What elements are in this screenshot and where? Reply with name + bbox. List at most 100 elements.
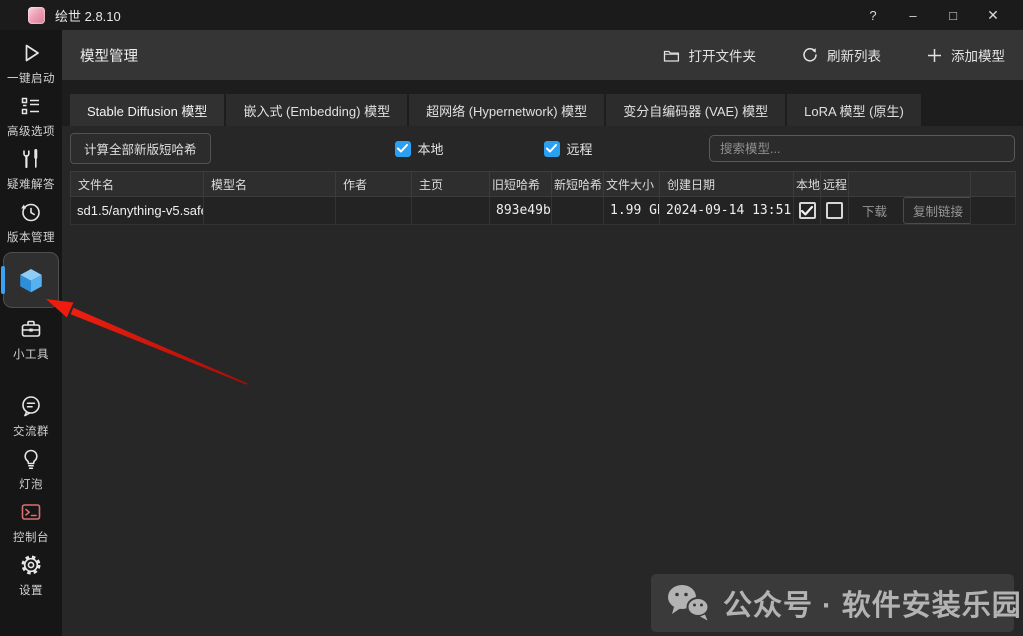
col-created[interactable]: 创建日期 xyxy=(660,172,794,197)
tab-vae[interactable]: 变分自编码器 (VAE) 模型 xyxy=(606,94,785,126)
model-type-tabs: Stable Diffusion 模型 嵌入式 (Embedding) 模型 超… xyxy=(62,80,1023,126)
table-header-row: 文件名 模型名 作者 主页 旧短哈希 新短哈希 文件大小 创建日期 本地 远程 xyxy=(71,172,1016,197)
watermark-text: 公众号 · 软件安装乐园 xyxy=(723,582,1022,624)
download-button[interactable]: 下载 xyxy=(853,198,896,223)
local-checkbox[interactable] xyxy=(395,141,411,157)
col-empty xyxy=(971,172,1016,197)
copy-link-button[interactable]: 复制链接 xyxy=(903,197,970,224)
tab-stable-diffusion[interactable]: Stable Diffusion 模型 xyxy=(70,94,224,126)
col-homepage[interactable]: 主页 xyxy=(412,172,490,197)
sidebar-item-label: 疑难解答 xyxy=(7,176,55,192)
sidebar-item-label: 版本管理 xyxy=(7,229,55,245)
wechat-icon xyxy=(665,582,711,624)
toolbox-icon xyxy=(18,316,44,342)
tab-embedding[interactable]: 嵌入式 (Embedding) 模型 xyxy=(226,94,407,126)
sidebar-item-label: 控制台 xyxy=(13,529,49,545)
sidebar-item-tools[interactable]: 小工具 xyxy=(0,316,62,362)
cell-filename: sd1.5/anything-v5.safet xyxy=(71,197,204,225)
app-title: 绘世 2.8.10 xyxy=(55,6,121,25)
row-remote-checkbox[interactable] xyxy=(826,202,843,219)
play-icon xyxy=(18,40,44,66)
header-actions: 打开文件夹 刷新列表 xyxy=(617,45,1006,65)
sidebar-item-chat-group[interactable]: 交流群 xyxy=(0,393,62,439)
folder-icon xyxy=(663,48,680,63)
add-model-label: 添加模型 xyxy=(951,45,1005,65)
console-icon xyxy=(18,499,44,525)
col-new-hash[interactable]: 新短哈希 xyxy=(552,172,604,197)
col-model-name[interactable]: 模型名 xyxy=(204,172,336,197)
advanced-options-icon xyxy=(18,93,44,119)
version-manage-icon xyxy=(18,199,44,225)
cell-local xyxy=(794,197,821,225)
main-panel: 模型管理 打开文件夹 xyxy=(62,30,1023,636)
remote-checkbox[interactable] xyxy=(544,141,560,157)
filter-controls: 计算全部新版短哈希 本地 远程 xyxy=(70,134,1015,163)
col-actions xyxy=(849,172,971,197)
model-cube-icon xyxy=(16,265,46,295)
cell-created: 2024-09-14 13:51:06 xyxy=(660,197,794,225)
remote-filter[interactable]: 远程 xyxy=(544,139,593,158)
sidebar-item-troubleshoot[interactable]: 疑难解答 xyxy=(0,146,62,192)
maximize-button[interactable]: □ xyxy=(933,0,973,30)
tab-hypernetwork[interactable]: 超网络 (Hypernetwork) 模型 xyxy=(409,94,604,126)
sidebar-item-label: 设置 xyxy=(19,582,43,598)
cell-old-hash: 893e49b9 xyxy=(490,197,552,225)
sidebar-item-bulb[interactable]: 灯泡 xyxy=(0,446,62,492)
minimize-button[interactable]: – xyxy=(893,0,933,30)
col-local[interactable]: 本地 xyxy=(794,172,821,197)
open-folder-button[interactable]: 打开文件夹 xyxy=(663,45,757,65)
sidebar-item-console[interactable]: 控制台 xyxy=(0,499,62,545)
sidebar-item-label: 一键启动 xyxy=(7,70,55,86)
settings-icon xyxy=(18,552,44,578)
sidebar-item-launch[interactable]: 一键启动 xyxy=(0,40,62,86)
sidebar-item-label: 小工具 xyxy=(13,346,49,362)
col-file-size[interactable]: 文件大小 xyxy=(604,172,660,197)
remote-filter-label: 远程 xyxy=(567,139,593,158)
cell-new-hash xyxy=(552,197,604,225)
active-indicator xyxy=(1,266,5,294)
sidebar-item-advanced-options[interactable]: 高级选项 xyxy=(0,93,62,139)
sidebar-item-settings[interactable]: 设置 xyxy=(0,552,62,598)
sidebar-item-model-manage[interactable] xyxy=(3,252,59,308)
cell-model-name xyxy=(204,197,336,225)
refresh-icon xyxy=(802,47,818,63)
cell-homepage xyxy=(412,197,490,225)
titlebar: 绘世 2.8.10 ? – □ ✕ xyxy=(0,0,1023,30)
refresh-list-label: 刷新列表 xyxy=(827,45,881,65)
cell-remote xyxy=(821,197,849,225)
cell-actions: 下载 复制链接 xyxy=(849,197,971,225)
col-filename[interactable]: 文件名 xyxy=(71,172,204,197)
content-area: 计算全部新版短哈希 本地 远程 xyxy=(62,134,1023,225)
search-input[interactable] xyxy=(709,135,1015,162)
col-author[interactable]: 作者 xyxy=(336,172,412,197)
plus-icon xyxy=(927,48,942,63)
local-filter[interactable]: 本地 xyxy=(395,139,444,158)
watermark-banner: 公众号 · 软件安装乐园 xyxy=(651,574,1014,632)
local-filter-label: 本地 xyxy=(418,139,444,158)
col-old-hash[interactable]: 旧短哈希 xyxy=(490,172,552,197)
chat-group-icon xyxy=(18,393,44,419)
add-model-button[interactable]: 添加模型 xyxy=(927,45,1005,65)
page-title: 模型管理 xyxy=(80,45,138,66)
compute-hash-button[interactable]: 计算全部新版短哈希 xyxy=(70,133,211,164)
open-folder-label: 打开文件夹 xyxy=(689,45,757,65)
refresh-list-button[interactable]: 刷新列表 xyxy=(802,45,881,65)
troubleshoot-icon xyxy=(18,146,44,172)
sidebar-item-label: 灯泡 xyxy=(19,476,43,492)
row-local-checkbox[interactable] xyxy=(799,202,816,219)
sidebar-item-version-manage[interactable]: 版本管理 xyxy=(0,199,62,245)
sidebar-item-label: 高级选项 xyxy=(7,123,55,139)
cell-empty xyxy=(971,197,1016,225)
bulb-icon xyxy=(18,446,44,472)
tab-lora[interactable]: LoRA 模型 (原生) xyxy=(787,94,921,126)
sidebar: 一键启动 高级选项 疑难解答 xyxy=(0,30,62,636)
table-row[interactable]: sd1.5/anything-v5.safet 893e49b9 1.99 GB… xyxy=(71,197,1016,225)
sidebar-spacer xyxy=(0,369,62,393)
page-header: 模型管理 打开文件夹 xyxy=(62,30,1023,80)
help-button[interactable]: ? xyxy=(853,0,893,30)
close-button[interactable]: ✕ xyxy=(973,0,1013,30)
sidebar-item-label: 交流群 xyxy=(13,423,49,439)
col-remote[interactable]: 远程 xyxy=(821,172,849,197)
window-controls: ? – □ ✕ xyxy=(853,0,1013,30)
model-table: 文件名 模型名 作者 主页 旧短哈希 新短哈希 文件大小 创建日期 本地 远程 xyxy=(70,171,1016,225)
